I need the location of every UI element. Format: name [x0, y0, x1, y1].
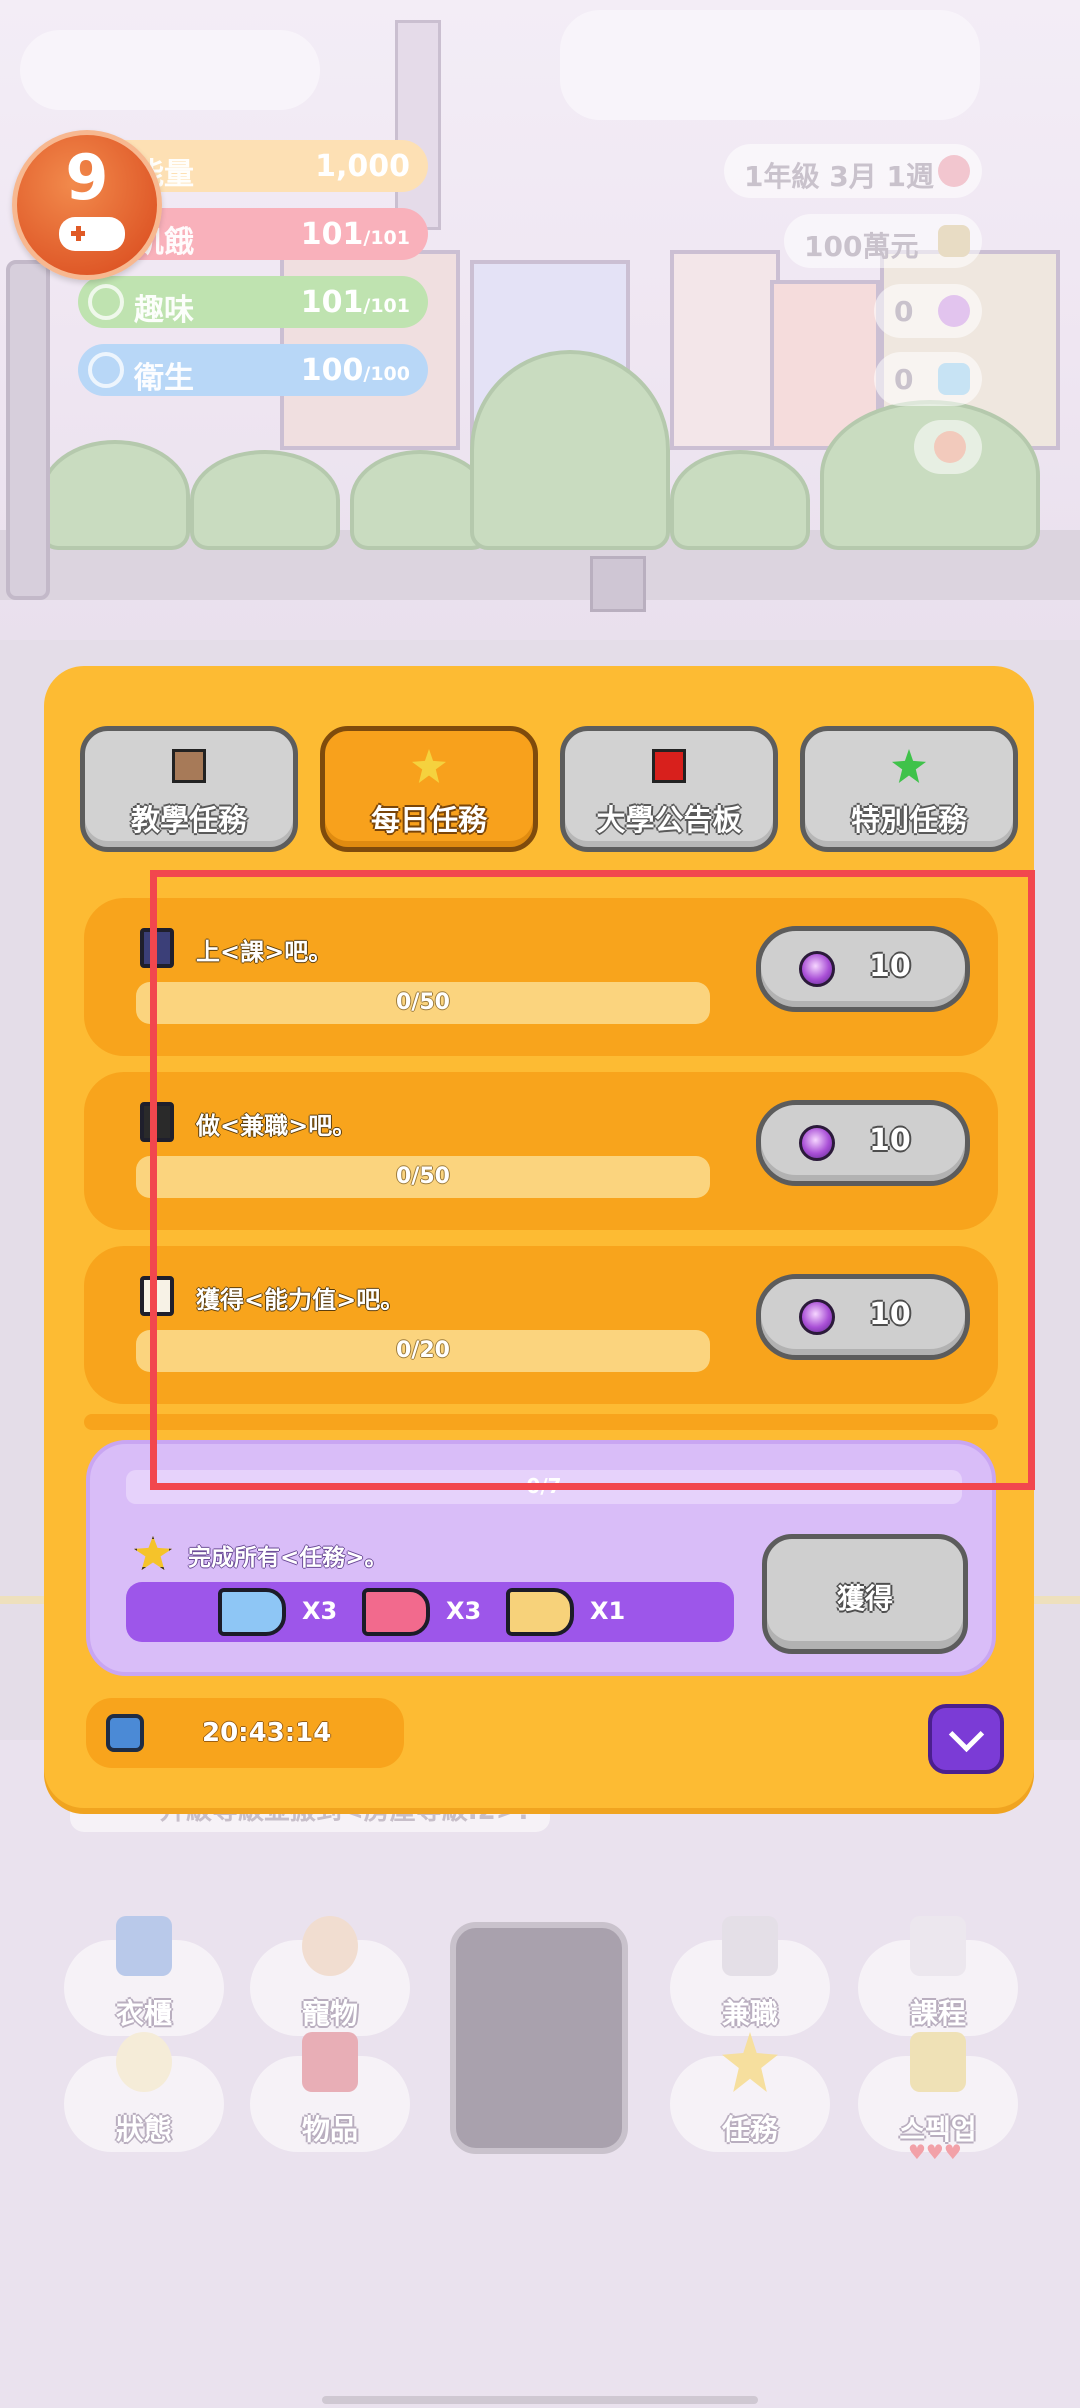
- menu-label: 狀態: [115, 2113, 172, 2146]
- bush: [190, 450, 340, 550]
- tower-building: [395, 20, 441, 230]
- highlight-box: [150, 870, 1035, 1490]
- tutorial-icon: [172, 749, 206, 783]
- star-icon: [134, 1536, 172, 1570]
- stat-value: 101/101: [300, 285, 410, 320]
- tab-university-board[interactable]: 大學公告板: [560, 726, 778, 852]
- reward-qty: X3: [302, 1597, 338, 1625]
- menu-label: 任務: [721, 2113, 778, 2146]
- pink-ticket-icon: [362, 1588, 430, 1636]
- phone-button[interactable]: [450, 1922, 628, 2154]
- gem-count: 0: [894, 295, 914, 328]
- money-text: 100萬元: [804, 230, 919, 263]
- gem-icon: [938, 295, 970, 327]
- stat-value: 101/101: [300, 217, 410, 252]
- clock-icon: [106, 1714, 144, 1752]
- menu-label: 課程: [909, 1997, 966, 2030]
- bush: [470, 350, 670, 550]
- bush: [350, 450, 490, 550]
- water-drop-icon: [88, 352, 124, 388]
- menu-items[interactable]: 物品: [250, 2032, 410, 2152]
- money-display: 100萬元: [784, 214, 982, 268]
- ticket-icon: [938, 363, 970, 395]
- megaphone-icon: [652, 749, 686, 783]
- tab-daily-quests[interactable]: 每日任務: [320, 726, 538, 852]
- tab-label: 特別任務: [850, 803, 967, 837]
- menu-label: 寵物: [301, 1997, 358, 2030]
- tab-label: 大學公告板: [596, 803, 742, 837]
- blue-ticket-icon: [218, 1588, 286, 1636]
- menu-part-time[interactable]: 兼職: [670, 1916, 830, 2036]
- reset-timer: 20:43:14: [86, 1698, 404, 1768]
- claim-label: 獲得: [836, 1582, 893, 1615]
- tab-label: 教學任務: [130, 803, 247, 837]
- cloud: [560, 10, 980, 120]
- stat-value: 100/100: [300, 353, 410, 388]
- items-icon: [302, 2032, 358, 2092]
- shop-button[interactable]: [914, 420, 982, 474]
- chevron-down-icon[interactable]: [928, 1704, 1004, 1774]
- star-icon: [412, 749, 446, 783]
- timer-text: 20:43:14: [202, 1718, 332, 1748]
- coin-icon: [938, 225, 970, 257]
- pet-ticket-icon: [506, 1588, 574, 1636]
- level-number: 9: [65, 141, 109, 214]
- date-text: 1年級 3月 1週: [744, 160, 934, 193]
- street-lamp: [6, 260, 50, 600]
- gem-display[interactable]: 0: [874, 284, 982, 338]
- date-display: 1年級 3月 1週: [724, 144, 982, 198]
- menu-spec-up[interactable]: 스펙업: [858, 2032, 1018, 2152]
- green-star-icon: [892, 749, 926, 783]
- complete-all-title: 完成所有<任務>。: [188, 1545, 388, 1571]
- wardrobe-icon: [116, 1916, 172, 1976]
- flower-icon: [938, 155, 970, 187]
- tab-label: 每日任務: [370, 803, 487, 837]
- tab-tutorial-quests[interactable]: 教學任務: [80, 726, 298, 852]
- pet-icon: [302, 1916, 358, 1976]
- course-icon: [910, 1916, 966, 1976]
- claim-button[interactable]: 獲得: [762, 1534, 968, 1654]
- building: [670, 250, 780, 450]
- music-note-icon: [88, 284, 124, 320]
- menu-pet[interactable]: 寵物: [250, 1916, 410, 2036]
- reward-qty: X3: [446, 1597, 482, 1625]
- shop-icon: [934, 431, 966, 463]
- hygiene-stat: 衛生 100/100: [78, 344, 428, 396]
- reward-qty: X1: [590, 1597, 626, 1625]
- hearts-decoration: ♥♥♥: [908, 2140, 962, 2164]
- menu-course[interactable]: 課程: [858, 1916, 1018, 2036]
- drain-grate: [590, 556, 646, 612]
- menu-label: 兼職: [721, 1997, 778, 2030]
- tab-special-quests[interactable]: 特別任務: [800, 726, 1018, 852]
- menu-status[interactable]: 狀態: [64, 2032, 224, 2152]
- reward-strip: X3 X3 X1: [126, 1582, 734, 1642]
- bush: [670, 450, 810, 550]
- menu-quest[interactable]: 任務: [670, 2032, 830, 2152]
- ticket-count: 0: [894, 363, 914, 396]
- spec-up-icon: [910, 2032, 966, 2092]
- menu-wardrobe[interactable]: 衣櫃: [64, 1916, 224, 2036]
- part-time-icon: [722, 1916, 778, 1976]
- home-indicator[interactable]: [322, 2396, 758, 2404]
- cloud: [20, 30, 320, 110]
- fun-stat: 趣味 101/101: [78, 276, 428, 328]
- gamepad-icon: [59, 217, 125, 251]
- status-icon: [116, 2032, 172, 2092]
- bush: [40, 440, 190, 550]
- stat-label: 衛生: [134, 361, 194, 396]
- game-center-badge[interactable]: 9: [12, 130, 162, 280]
- stat-label: 趣味: [134, 293, 194, 328]
- menu-label: 衣櫃: [115, 1997, 172, 2030]
- ticket-display[interactable]: 0: [874, 352, 982, 406]
- stat-value: 1,000: [315, 149, 410, 184]
- menu-label: 物品: [301, 2113, 358, 2146]
